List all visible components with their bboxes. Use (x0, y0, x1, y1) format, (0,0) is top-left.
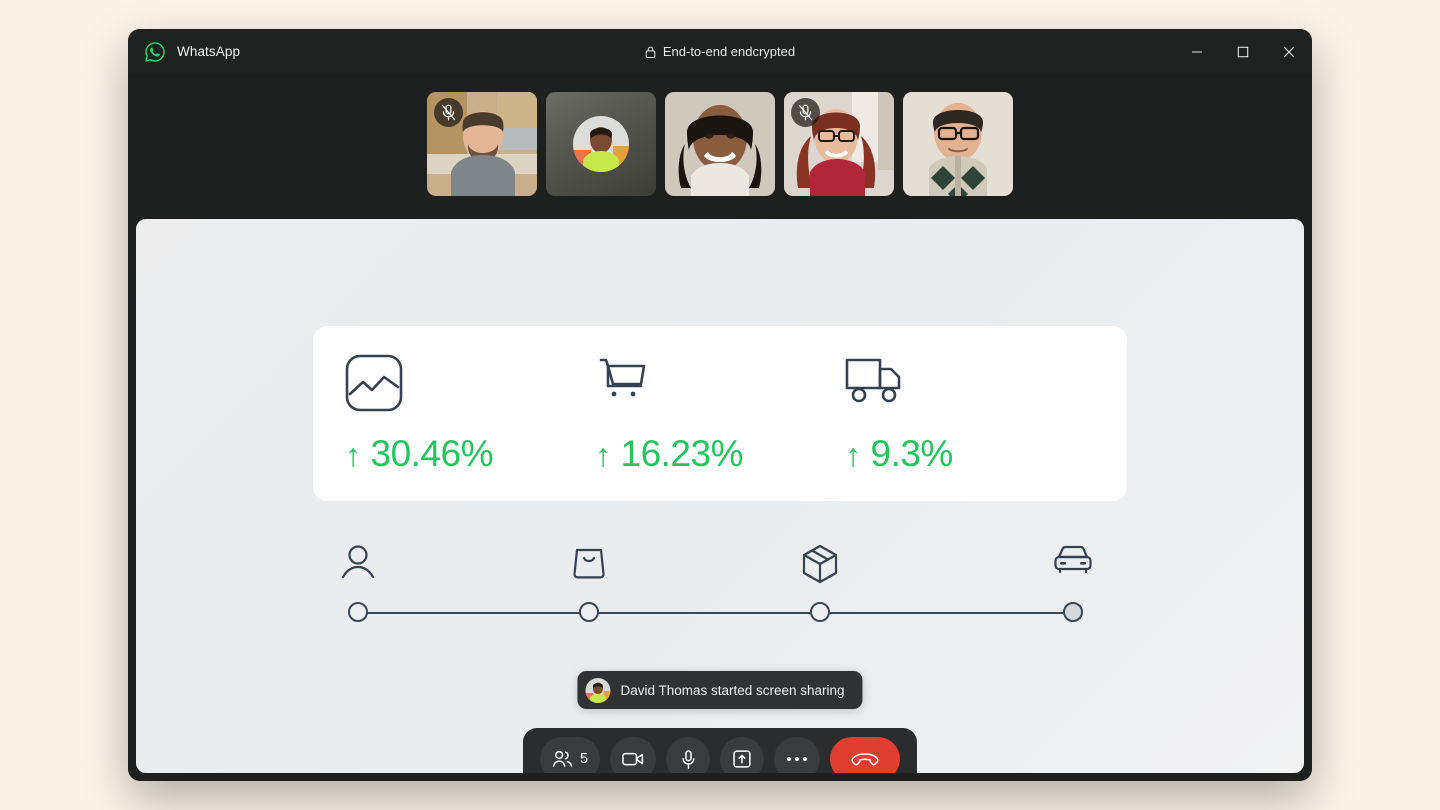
funnel-track (358, 612, 1073, 614)
participants-button[interactable]: 5 (539, 737, 601, 773)
shared-screen: ↑ 30.46% ↑ 16.23% ↑ 9.3% David Thomas st… (136, 219, 1304, 773)
funnel-node-bag[interactable] (578, 602, 599, 622)
encryption-indicator: End-to-end endcrypted (128, 29, 1312, 74)
mic-off-icon (791, 98, 820, 127)
encryption-label: End-to-end endcrypted (662, 44, 796, 59)
metric-cart: ↑ 16.23% (595, 354, 845, 475)
participant-video (665, 92, 775, 196)
whatsapp-call-window: WhatsApp End-to-end endcrypted ↑ 30.46% … (128, 29, 1312, 781)
ellipsis-icon (786, 756, 808, 762)
titlebar: WhatsApp End-to-end endcrypted (128, 29, 1312, 74)
app-brand: WhatsApp (128, 41, 240, 63)
metric-number: 16.23% (620, 433, 744, 474)
participant-tile[interactable] (903, 92, 1013, 196)
user-icon (341, 544, 375, 580)
maximize-icon[interactable] (1220, 29, 1266, 74)
metric-value: ↑ 9.3% (845, 433, 1095, 475)
participant-tile[interactable] (784, 92, 894, 196)
metrics-card: ↑ 30.46% ↑ 16.23% ↑ 9.3% (313, 326, 1127, 501)
avatar (573, 116, 629, 172)
participant-tile[interactable] (665, 92, 775, 196)
metric-delivery: ↑ 9.3% (845, 354, 1095, 475)
funnel-node-car[interactable] (1063, 602, 1083, 622)
hang-up-icon (851, 751, 879, 767)
participants-count: 5 (579, 751, 589, 767)
funnel-node-user[interactable] (348, 602, 368, 622)
participant-tile[interactable] (546, 92, 656, 196)
lock-icon (645, 45, 656, 59)
app-title: WhatsApp (177, 44, 241, 59)
participant-tile[interactable] (427, 92, 537, 196)
people-icon (552, 750, 573, 768)
trend-up-arrow-icon: ↑ (345, 437, 361, 473)
share-screen-icon (733, 750, 751, 768)
toast-avatar (585, 677, 611, 703)
metric-value: ↑ 16.23% (595, 433, 845, 475)
window-controls (1174, 29, 1312, 74)
delivery-truck-icon (845, 354, 1095, 417)
trend-up-arrow-icon: ↑ (595, 437, 611, 473)
share-screen-button[interactable] (720, 737, 765, 773)
metric-value: ↑ 30.46% (345, 433, 595, 475)
metric-number: 30.46% (370, 433, 494, 474)
trend-up-arrow-icon: ↑ (845, 437, 861, 473)
whatsapp-logo-icon (144, 41, 166, 63)
chart-image-icon (345, 354, 595, 417)
close-icon[interactable] (1266, 29, 1312, 74)
camera-button[interactable] (610, 737, 657, 773)
end-call-button[interactable] (830, 737, 901, 773)
participant-video (903, 92, 1013, 196)
microphone-button[interactable] (666, 737, 711, 773)
microphone-icon (681, 749, 696, 769)
video-camera-icon (622, 751, 644, 767)
shopping-cart-icon (595, 354, 845, 417)
screen-share-toast: David Thomas started screen sharing (577, 671, 863, 709)
funnel-node-package[interactable] (809, 602, 830, 622)
minimize-icon[interactable] (1174, 29, 1220, 74)
more-options-button[interactable] (774, 737, 821, 773)
funnel-timeline (341, 544, 1092, 634)
package-box-icon (801, 544, 839, 584)
participant-strip (128, 74, 1312, 214)
metric-chart: ↑ 30.46% (345, 354, 595, 475)
toast-message: David Thomas started screen sharing (620, 682, 845, 698)
car-icon (1053, 544, 1093, 576)
mic-off-icon (434, 98, 463, 127)
shopping-bag-icon (572, 544, 606, 580)
call-control-bar: 5 (522, 728, 918, 773)
metric-number: 9.3% (870, 433, 954, 474)
